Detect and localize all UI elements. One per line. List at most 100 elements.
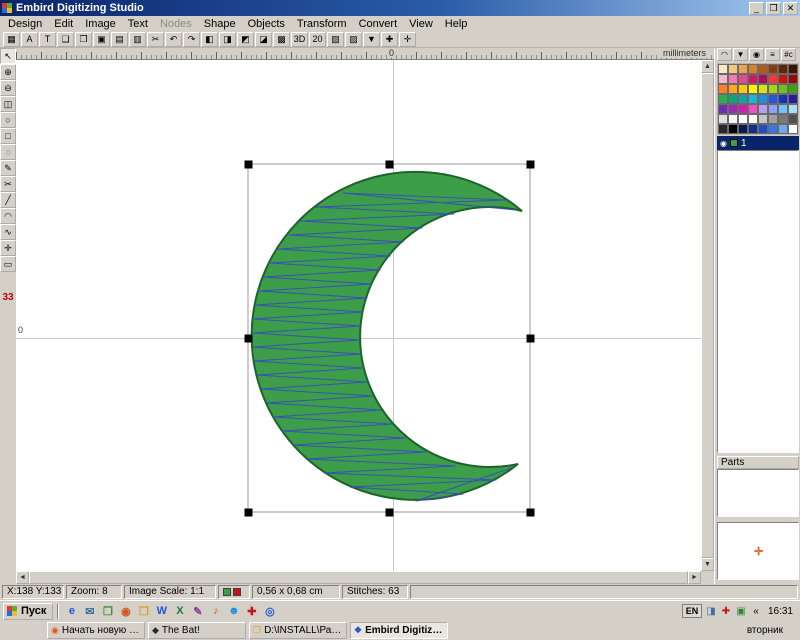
quick-music-icon[interactable]: ♪ [207, 603, 224, 620]
quick-folder-icon[interactable]: ❒ [135, 603, 152, 620]
vertical-scroll-thumb[interactable] [701, 73, 714, 558]
vertical-scrollbar[interactable]: ▲ ▼ [701, 60, 714, 571]
menu-item[interactable]: Image [79, 17, 122, 31]
palette-color-cell[interactable] [748, 84, 758, 94]
design-manager-button[interactable]: ▦ [3, 32, 20, 47]
palette-color-cell[interactable] [768, 104, 778, 114]
task-button[interactable]: ◆ The Bat! [148, 622, 246, 639]
lasso-tool[interactable]: ◌ [0, 144, 16, 160]
palette-color-cell[interactable] [728, 84, 738, 94]
palette-color-cell[interactable] [748, 124, 758, 134]
palette-color-cell[interactable] [728, 124, 738, 134]
scroll-left-button[interactable]: ◄ [16, 571, 29, 584]
selection-handle[interactable] [245, 335, 253, 343]
fill-pattern-button[interactable]: ▩ [273, 32, 290, 47]
palette-color-cell[interactable] [738, 114, 748, 124]
wave-stitch-tool[interactable]: ∿ [0, 224, 16, 240]
quick-mail-icon[interactable]: ✉ [81, 603, 98, 620]
palette-color-cell[interactable] [758, 94, 768, 104]
tray-volume-icon[interactable]: ◨ [704, 604, 718, 618]
palette-color-cell[interactable] [748, 94, 758, 104]
tray-display-icon[interactable]: ▣ [734, 604, 748, 618]
palette-color-cell[interactable] [778, 114, 788, 124]
palette-color-cell[interactable] [768, 94, 778, 104]
zoom-fit-tool[interactable]: ◫ [0, 96, 16, 112]
new-design-button[interactable]: ❑ [57, 32, 74, 47]
language-indicator[interactable]: EN [682, 604, 702, 618]
redo-button[interactable]: ↷ [183, 32, 200, 47]
selection-handle[interactable] [386, 161, 394, 169]
palette-color-cell[interactable] [768, 64, 778, 74]
palette-color-cell[interactable] [738, 84, 748, 94]
task-button[interactable]: ❖ Embird Digitizing Stud... [350, 622, 448, 639]
quick-globe-icon[interactable]: ◎ [261, 603, 278, 620]
scroll-right-button[interactable]: ► [688, 571, 701, 584]
quick-paint-icon[interactable]: ✎ [189, 603, 206, 620]
center-crosshair-button[interactable]: ✛ [399, 32, 416, 47]
palette-color-cell[interactable] [748, 64, 758, 74]
palette-color-cell[interactable] [758, 124, 768, 134]
selection-handle[interactable] [245, 161, 253, 169]
title-bar[interactable]: Embird Digitizing Studio _❐✕ [0, 0, 800, 16]
palette-color-cell[interactable] [748, 74, 758, 84]
rotate-left-button[interactable]: ◩ [237, 32, 254, 47]
quick-excel-icon[interactable]: X [171, 603, 188, 620]
menu-item[interactable]: Text [122, 17, 154, 31]
line-tool[interactable]: ╱ [0, 192, 16, 208]
select-tool[interactable]: ↖ [0, 48, 16, 64]
palette-color-cell[interactable] [788, 64, 798, 74]
design-canvas[interactable]: 0 [16, 60, 701, 571]
zoom-out-tool[interactable]: ⊖ [0, 80, 16, 96]
palette-color-cell[interactable] [758, 84, 768, 94]
task-button[interactable]: ❒ D:\INSTALL\Разное\Embird [249, 622, 347, 639]
menu-item[interactable]: Transform [291, 17, 353, 31]
palette-color-cell[interactable] [778, 84, 788, 94]
palette-color-cell[interactable] [758, 114, 768, 124]
quick-chat-icon[interactable]: ☻ [225, 603, 242, 620]
view-3d-button[interactable]: 3D [291, 32, 308, 47]
palette-color-cell[interactable] [718, 74, 728, 84]
palette-color-cell[interactable] [788, 124, 798, 134]
horizontal-scrollbar[interactable]: ◄ ► [16, 571, 701, 584]
menu-item[interactable]: Nodes [154, 17, 198, 31]
quick-ie-icon[interactable]: e [63, 603, 80, 620]
scroll-down-button[interactable]: ▼ [701, 558, 714, 571]
palette-color-cell[interactable] [788, 84, 798, 94]
palette-color-cell[interactable] [778, 124, 788, 134]
mirror-vertical-button[interactable]: ◨ [219, 32, 236, 47]
print-button[interactable]: ▥ [129, 32, 146, 47]
add-node-button[interactable]: ✚ [381, 32, 398, 47]
menu-item[interactable]: Convert [353, 17, 404, 31]
knife-tool[interactable]: ✂ [0, 176, 16, 192]
menu-item[interactable]: Objects [242, 17, 291, 31]
palette-color-cell[interactable] [778, 104, 788, 114]
quick-media-icon[interactable]: ◉ [117, 603, 134, 620]
measure-tool[interactable]: ▭ [0, 256, 16, 272]
select-mode-dropdown[interactable]: ▼ [363, 32, 380, 47]
menu-item[interactable]: Edit [48, 17, 79, 31]
palette-color-cell[interactable] [718, 84, 728, 94]
density-20-button[interactable]: 20 [309, 32, 326, 47]
visibility-eye-icon[interactable]: ◉ [720, 139, 727, 148]
palette-color-cell[interactable] [718, 124, 728, 134]
selection-handle[interactable] [386, 509, 394, 517]
quick-word-icon[interactable]: W [153, 603, 170, 620]
selection-handle[interactable] [527, 509, 535, 517]
start-button[interactable]: Пуск [3, 603, 53, 620]
palette-options-button[interactable]: ≡ [765, 48, 780, 61]
zoom-in-tool[interactable]: ⊕ [0, 64, 16, 80]
parts-list-area[interactable] [717, 469, 799, 517]
palette-color-cell[interactable] [718, 104, 728, 114]
palette-color-cell[interactable] [728, 74, 738, 84]
palette-color-cell[interactable] [768, 84, 778, 94]
palette-color-cell[interactable] [738, 124, 748, 134]
curve-tool[interactable]: ◠ [0, 208, 16, 224]
palette-color-cell[interactable] [748, 114, 758, 124]
palette-dropdown-button[interactable]: ▼ [733, 48, 748, 61]
palette-visibility-button[interactable]: ◉ [749, 48, 764, 61]
scroll-up-button[interactable]: ▲ [701, 60, 714, 73]
palette-color-cell[interactable] [768, 124, 778, 134]
ellipse-select-tool[interactable]: ○ [0, 112, 16, 128]
horizontal-scroll-thumb[interactable] [29, 571, 688, 584]
palette-color-cell[interactable] [718, 64, 728, 74]
